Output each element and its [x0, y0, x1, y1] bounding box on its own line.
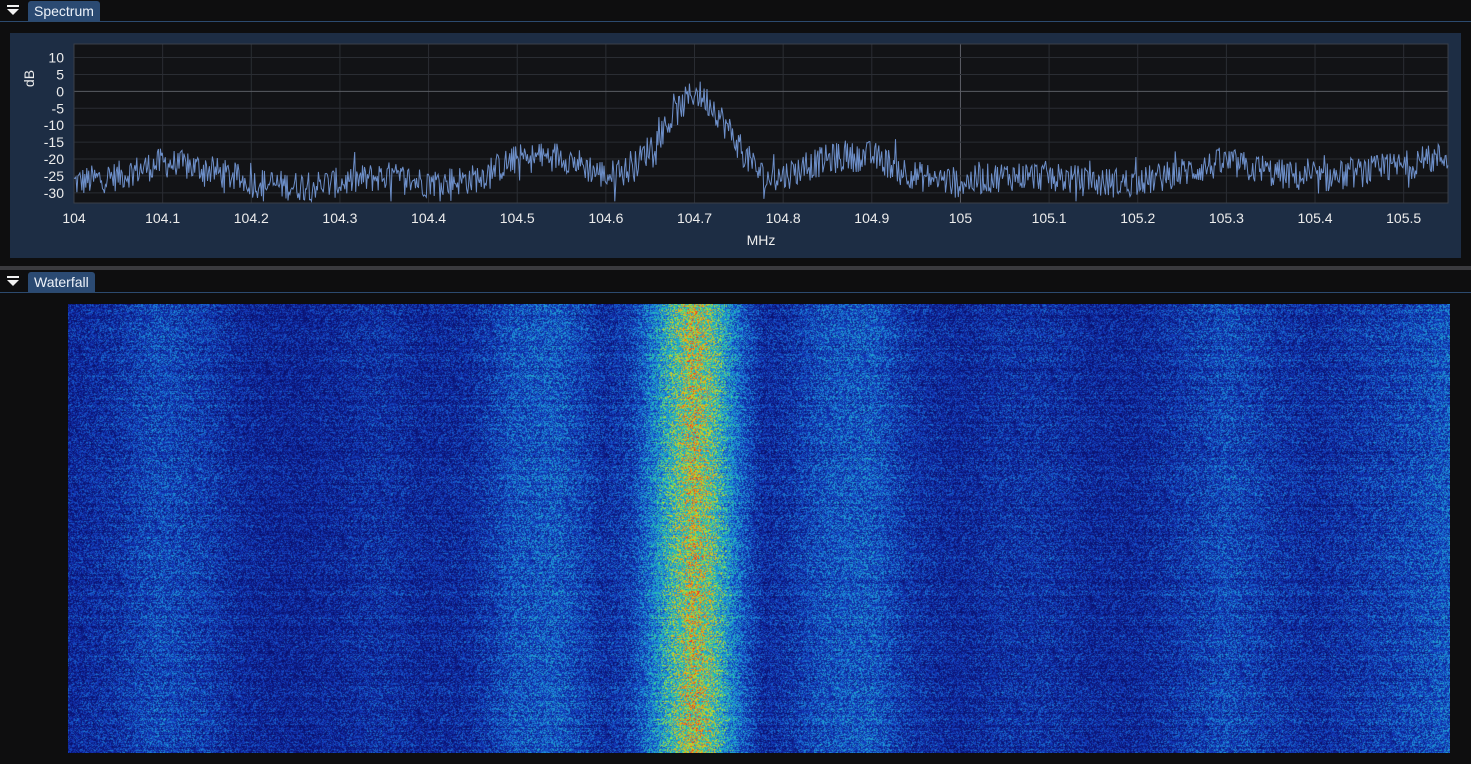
x-tick-label: 104.6: [588, 210, 623, 226]
y-tick-label: -25: [44, 168, 64, 184]
y-axis-label: dB: [21, 70, 37, 87]
y-tick-label: -15: [44, 134, 64, 150]
x-tick-label: 104.5: [500, 210, 535, 226]
x-tick-label: 104.8: [766, 210, 801, 226]
spectrum-plot-frame: 104 104.1 104.2 104.3 104.4 104.5 104.6 104.7 10…: [10, 33, 1461, 258]
x-tick-label: 105.2: [1120, 210, 1155, 226]
waterfall-header-rule: [0, 292, 1471, 293]
x-tick-label: 104.2: [234, 210, 269, 226]
panel-splitter[interactable]: [0, 266, 1471, 270]
x-tick-label: 105.1: [1032, 210, 1067, 226]
x-tick-label: 104.4: [411, 210, 446, 226]
x-tick-label: 105.5: [1386, 210, 1421, 226]
y-tick-label: 0: [56, 83, 64, 99]
y-tick-label: -5: [52, 100, 65, 116]
y-tick-label: -10: [44, 117, 64, 133]
waterfall-canvas[interactable]: [68, 304, 1450, 753]
x-tick-label: 105.3: [1209, 210, 1244, 226]
waterfall-panel-header: Waterfall: [0, 271, 1471, 293]
y-tick-label: 10: [48, 50, 64, 66]
x-axis-label: MHz: [747, 232, 776, 248]
spectrum-tab[interactable]: Spectrum: [28, 1, 100, 22]
x-tick-label: 104: [62, 210, 86, 226]
x-tick-label: 104.1: [145, 210, 180, 226]
spectrum-header-rule: [0, 21, 1471, 22]
x-tick-label: 104.9: [854, 210, 889, 226]
spectrum-panel-header: Spectrum: [0, 0, 1471, 22]
waterfall-tab[interactable]: Waterfall: [28, 272, 95, 293]
spectrum-chart[interactable]: 104 104.1 104.2 104.3 104.4 104.5 104.6 104.7 10…: [10, 33, 1461, 258]
x-tick-label: 104.7: [677, 210, 712, 226]
x-tick-label: 104.3: [322, 210, 357, 226]
spectrum-collapse-icon[interactable]: [6, 4, 22, 18]
x-tick-label: 105.4: [1298, 210, 1333, 226]
waterfall-collapse-icon[interactable]: [6, 275, 22, 289]
y-tick-label: -20: [44, 151, 64, 167]
waterfall-display[interactable]: [68, 304, 1450, 753]
y-tick-label: 5: [56, 66, 64, 82]
y-tick-label: -30: [44, 185, 64, 201]
x-tick-label: 105: [949, 210, 973, 226]
